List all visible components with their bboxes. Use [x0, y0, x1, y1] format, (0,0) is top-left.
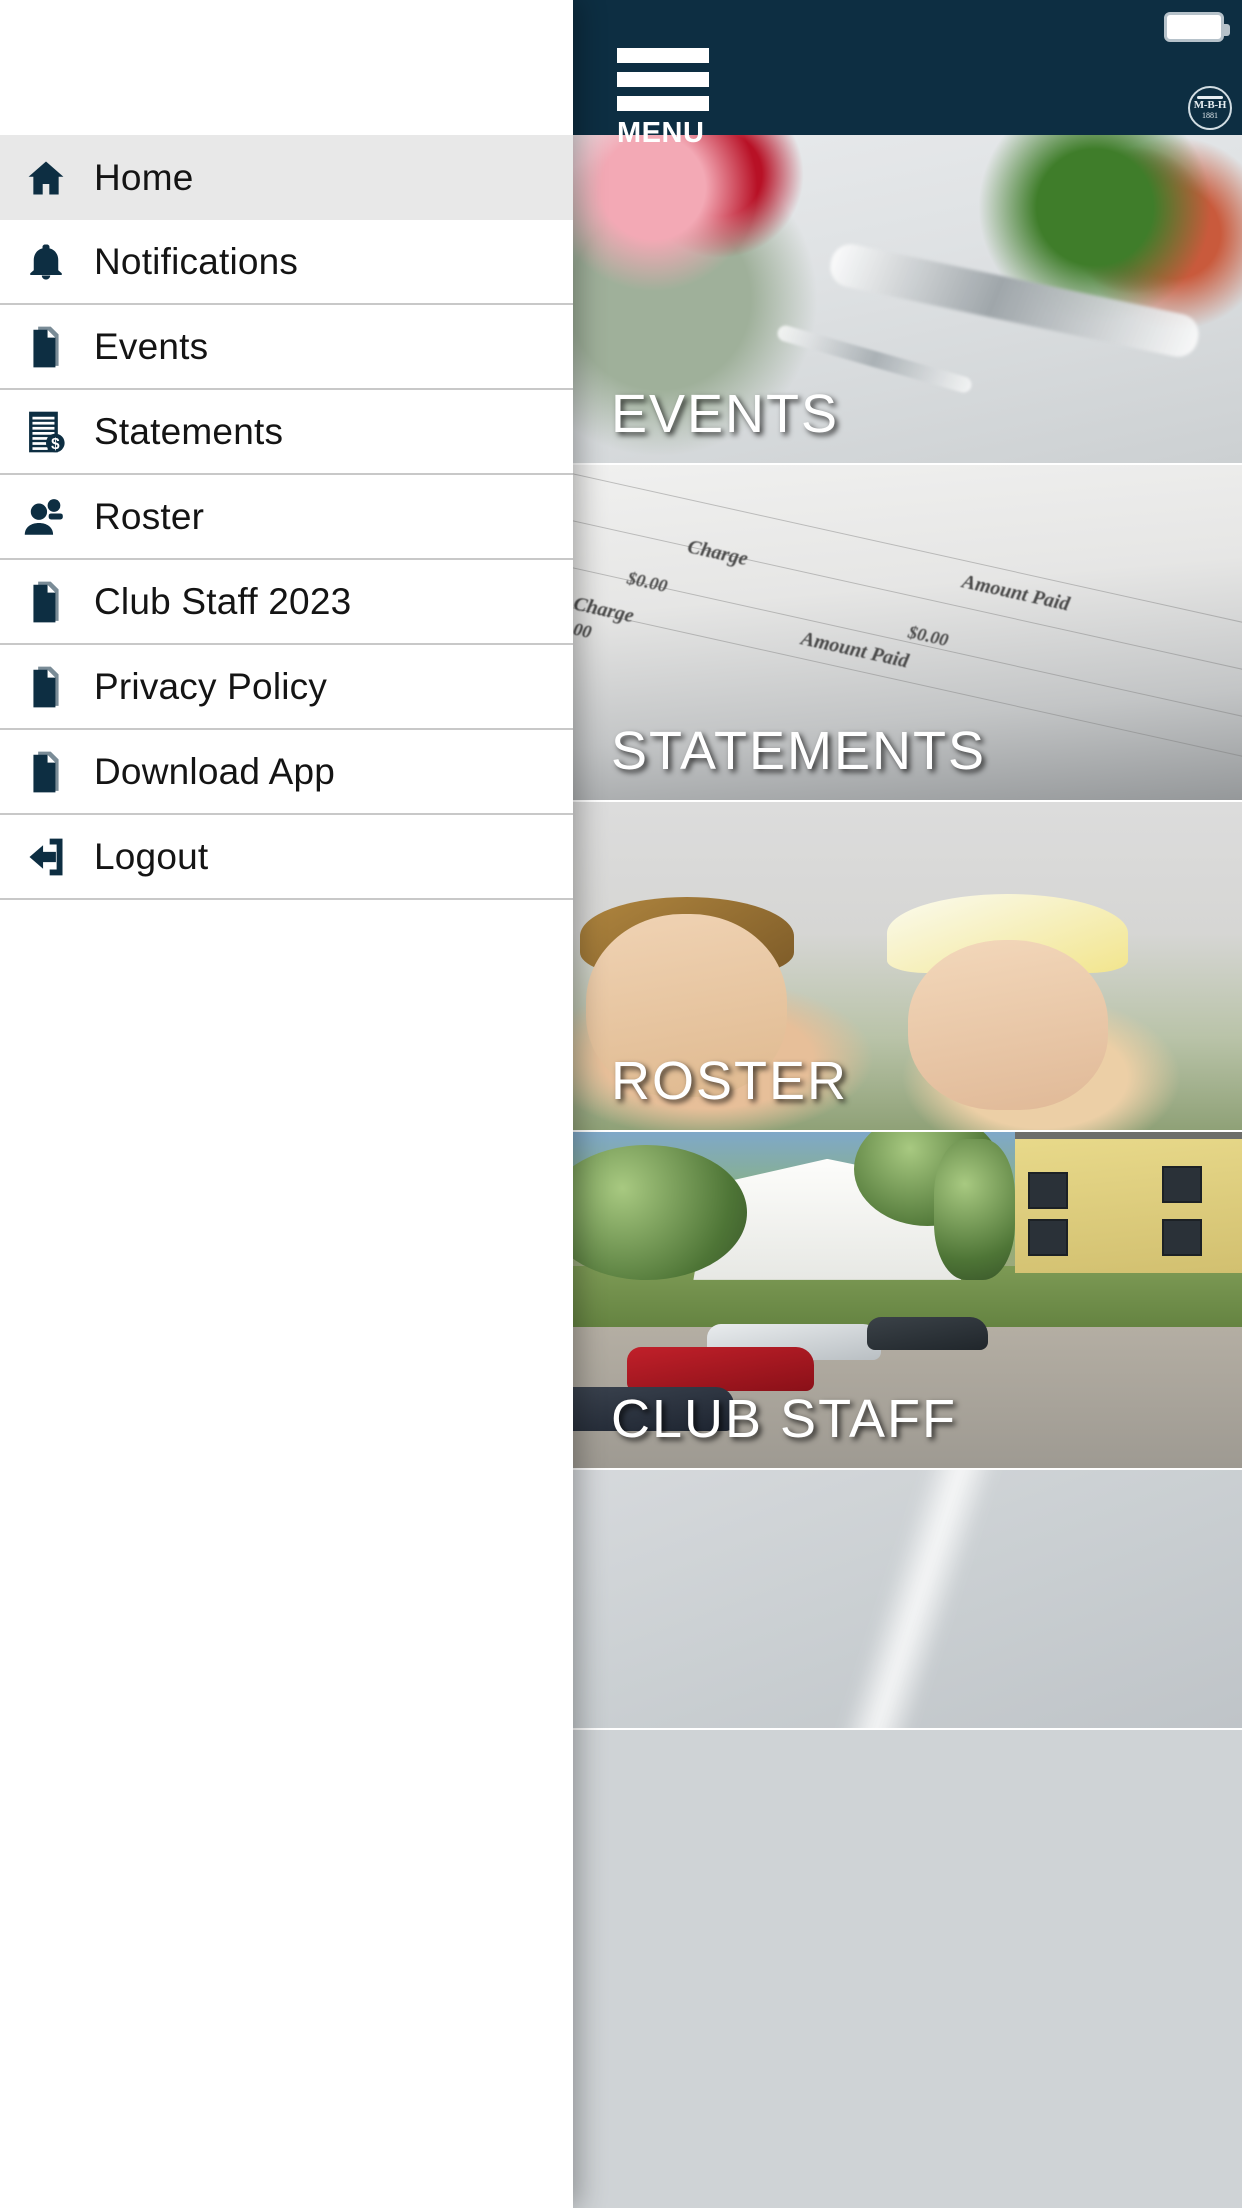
club-crest-logo[interactable]: M-B-H 1881	[1188, 86, 1232, 130]
drawer-item-notifications[interactable]: Notifications	[0, 220, 573, 305]
document-icon	[16, 661, 76, 713]
drawer-item-label: Roster	[94, 496, 205, 537]
statement-word: $0.00	[624, 568, 669, 597]
menu-button-label: MENU	[617, 117, 705, 149]
bell-icon	[16, 236, 76, 288]
tile-title-statements: STATEMENTS	[611, 721, 987, 781]
statement-word: Amount Paid	[799, 627, 912, 673]
hamburger-menu-icon	[617, 72, 709, 87]
document-icon	[16, 576, 76, 628]
people-icon	[16, 491, 76, 543]
partial-tile-photo	[573, 1470, 1242, 1728]
tile-title-events: EVENTS	[611, 384, 840, 444]
document-icon	[16, 321, 76, 373]
tile-events[interactable]: EVENTS	[573, 135, 1242, 465]
home-icon	[16, 152, 76, 204]
app-root: EVENTS Charge $0.00 Amount Paid Charge $…	[0, 0, 1242, 2208]
tile-title-club-staff: CLUB STAFF	[611, 1389, 958, 1449]
drawer-item-label: Statements	[94, 411, 284, 452]
tile-list[interactable]: EVENTS Charge $0.00 Amount Paid Charge $…	[573, 135, 1242, 1730]
drawer-item-events[interactable]: Events	[0, 305, 573, 390]
drawer-item-download-app[interactable]: Download App	[0, 730, 573, 815]
drawer-item-home[interactable]: Home	[0, 135, 573, 220]
drawer-item-logout[interactable]: Logout	[0, 815, 573, 900]
drawer-item-label: Notifications	[94, 241, 299, 282]
navigation-drawer: Home Notifications Events $ Statements R…	[0, 0, 573, 2208]
statement-word: Charge	[685, 535, 750, 571]
hamburger-menu-button[interactable]: MENU	[617, 48, 717, 148]
status-bar	[573, 0, 1242, 42]
app-header: MENU M-B-H 1881	[573, 0, 1242, 148]
svg-text:$: $	[51, 435, 60, 452]
drawer-top-spacer	[0, 0, 573, 135]
drawer-item-label: Privacy Policy	[94, 666, 328, 707]
tile-statements[interactable]: Charge $0.00 Amount Paid Charge $0.00 Am…	[573, 465, 1242, 802]
drawer-item-privacy-policy[interactable]: Privacy Policy	[0, 645, 573, 730]
logout-icon	[16, 831, 76, 883]
hamburger-menu-icon	[617, 96, 709, 111]
drawer-item-club-staff-2023[interactable]: Club Staff 2023	[0, 560, 573, 645]
statement-word: 0.00	[573, 615, 594, 643]
main-content: EVENTS Charge $0.00 Amount Paid Charge $…	[573, 0, 1242, 2208]
drawer-item-label: Logout	[94, 836, 209, 877]
battery-full-icon	[1164, 12, 1230, 42]
document-icon	[16, 746, 76, 798]
drawer-item-label: Home	[94, 157, 194, 198]
drawer-item-label: Download App	[94, 751, 336, 792]
tile-club-staff[interactable]: CLUB STAFF	[573, 1132, 1242, 1470]
crest-initials: M-B-H	[1193, 99, 1227, 111]
statement-word: $0.00	[905, 621, 950, 650]
drawer-item-label: Events	[94, 326, 209, 367]
invoice-icon: $	[16, 406, 76, 458]
drawer-item-label: Club Staff 2023	[94, 581, 352, 622]
crest-year: 1881	[1202, 111, 1218, 120]
tile-partial-next[interactable]	[573, 1470, 1242, 1730]
drawer-item-statements[interactable]: $ Statements	[0, 390, 573, 475]
tile-roster[interactable]: ROSTER	[573, 802, 1242, 1132]
tile-title-roster: ROSTER	[611, 1051, 849, 1111]
hamburger-menu-icon	[617, 48, 709, 63]
drawer-item-roster[interactable]: Roster	[0, 475, 573, 560]
